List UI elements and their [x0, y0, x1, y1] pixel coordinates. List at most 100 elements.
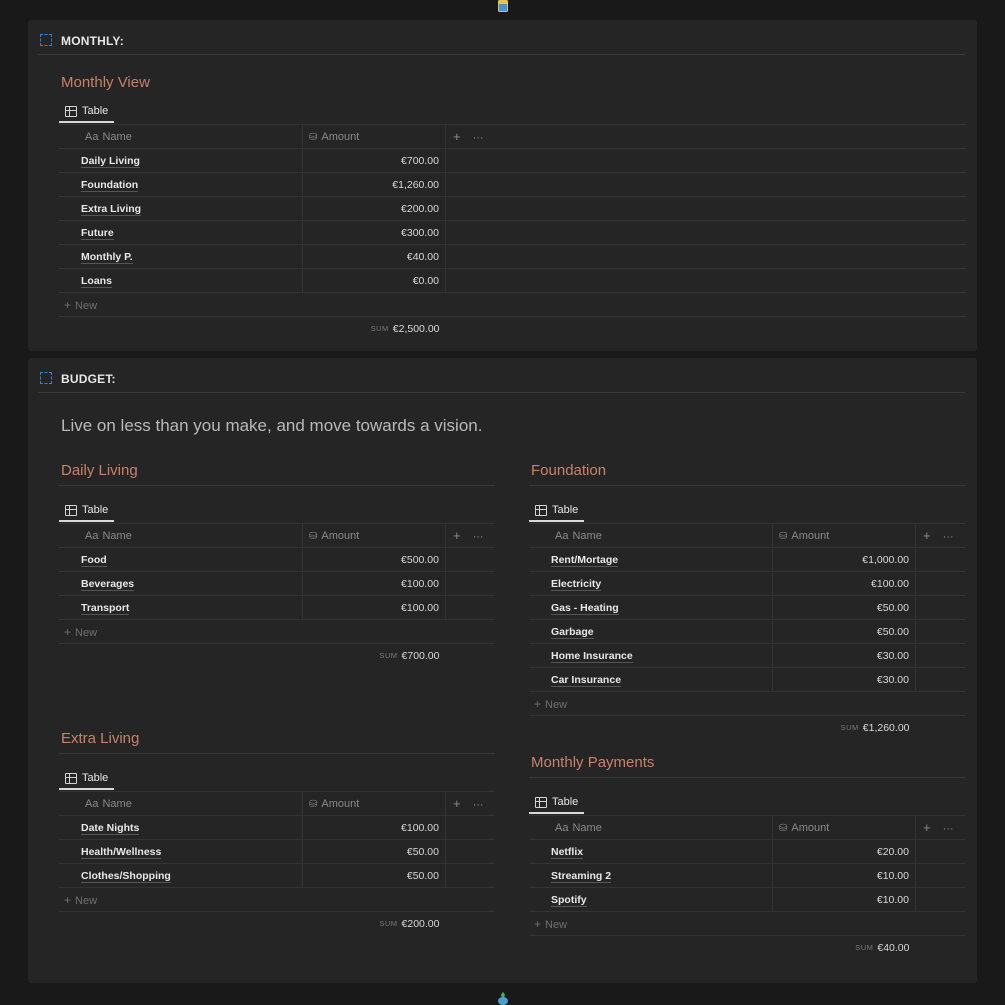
section-title[interactable]: Monthly Payments — [529, 753, 965, 777]
column-header-amount[interactable]: ⛁ Amount — [772, 524, 916, 548]
new-row-cell[interactable]: + New — [59, 887, 495, 912]
row-name[interactable]: Daily Living — [59, 148, 303, 173]
column-header-name[interactable]: Aa Name — [529, 816, 773, 840]
row-amount[interactable]: €30.00 — [772, 643, 916, 668]
tab-table[interactable]: Table — [529, 792, 585, 814]
row-name[interactable]: Monthly P. — [59, 244, 303, 269]
column-header-amount[interactable]: ⛁ Amount — [772, 816, 916, 840]
row-name[interactable]: Foundation — [59, 172, 303, 197]
row-name[interactable]: Gas - Heating — [529, 595, 773, 620]
table-row[interactable]: Monthly P. €40.00 — [59, 244, 966, 269]
add-property-icon[interactable]: + — [446, 796, 461, 811]
row-amount[interactable]: €20.00 — [772, 839, 916, 864]
more-options-icon[interactable]: ··· — [461, 132, 484, 144]
table-row[interactable]: Extra Living €200.00 — [59, 196, 966, 221]
table-row[interactable]: Date Nights €100.00 — [59, 815, 495, 840]
todo-checkbox-icon[interactable] — [40, 34, 52, 46]
new-row-button[interactable]: + New — [529, 911, 965, 936]
tab-table[interactable]: Table — [59, 101, 115, 123]
tab-table[interactable]: Table — [529, 500, 585, 522]
row-amount[interactable]: €1,260.00 — [302, 172, 446, 197]
add-property-icon[interactable]: + — [916, 820, 931, 835]
sum-cell[interactable]: SUM €1,260.00 — [773, 716, 916, 741]
add-property-icon[interactable]: + — [446, 129, 461, 144]
column-header-name[interactable]: Aa Name — [59, 792, 303, 816]
row-amount[interactable]: €300.00 — [302, 220, 446, 245]
row-amount[interactable]: €10.00 — [772, 887, 916, 912]
table-row[interactable]: Daily Living €700.00 — [59, 148, 966, 173]
add-property-icon[interactable]: + — [916, 528, 931, 543]
column-header-amount[interactable]: ⛁ Amount — [302, 125, 446, 149]
row-name[interactable]: Health/Wellness — [59, 839, 303, 864]
table-row[interactable]: Car Insurance €30.00 — [529, 667, 965, 692]
section-title[interactable]: Monthly View — [59, 73, 966, 97]
table-row[interactable]: Loans €0.00 — [59, 268, 966, 293]
new-row-button[interactable]: + New — [59, 619, 495, 644]
row-name[interactable]: Garbage — [529, 619, 773, 644]
row-name[interactable]: Electricity — [529, 571, 773, 596]
new-row-cell[interactable]: + New — [529, 911, 965, 936]
new-row-cell[interactable]: + New — [59, 292, 966, 317]
row-amount[interactable]: €0.00 — [302, 268, 446, 293]
sum-cell[interactable]: SUM €40.00 — [773, 936, 916, 961]
row-name[interactable]: Rent/Mortage — [529, 547, 773, 572]
row-name[interactable]: Beverages — [59, 571, 303, 596]
row-name[interactable]: Netflix — [529, 839, 773, 864]
table-row[interactable]: Clothes/Shopping €50.00 — [59, 863, 495, 888]
row-amount[interactable]: €100.00 — [302, 595, 446, 620]
table-row[interactable]: Beverages €100.00 — [59, 571, 495, 596]
row-name[interactable]: Transport — [59, 595, 303, 620]
row-name[interactable]: Car Insurance — [529, 667, 773, 692]
table-row[interactable]: Garbage €50.00 — [529, 619, 965, 644]
row-name[interactable]: Date Nights — [59, 815, 303, 840]
add-property-icon[interactable]: + — [446, 528, 461, 543]
table-row[interactable]: Rent/Mortage €1,000.00 — [529, 547, 965, 572]
table-row[interactable]: Streaming 2 €10.00 — [529, 863, 965, 888]
column-header-name[interactable]: Aa Name — [529, 524, 773, 548]
row-amount[interactable]: €1,000.00 — [772, 547, 916, 572]
table-row[interactable]: Transport €100.00 — [59, 595, 495, 620]
row-amount[interactable]: €40.00 — [302, 244, 446, 269]
column-header-name[interactable]: Aa Name — [59, 125, 303, 149]
row-amount[interactable]: €50.00 — [302, 863, 446, 888]
row-amount[interactable]: €700.00 — [302, 148, 446, 173]
more-options-icon[interactable]: ··· — [931, 823, 954, 835]
table-row[interactable]: Gas - Heating €50.00 — [529, 595, 965, 620]
row-name[interactable]: Food — [59, 547, 303, 572]
new-row-cell[interactable]: + New — [529, 691, 965, 716]
new-row-button[interactable]: + New — [59, 887, 495, 912]
todo-checkbox-icon[interactable] — [40, 372, 52, 384]
row-amount[interactable]: €100.00 — [772, 571, 916, 596]
column-header-name[interactable]: Aa Name — [59, 524, 303, 548]
row-name[interactable]: Future — [59, 220, 303, 245]
table-row[interactable]: Home Insurance €30.00 — [529, 643, 965, 668]
row-name[interactable]: Clothes/Shopping — [59, 863, 303, 888]
row-amount[interactable]: €500.00 — [302, 547, 446, 572]
new-row-cell[interactable]: + New — [59, 619, 495, 644]
tab-table[interactable]: Table — [59, 768, 115, 790]
table-row[interactable]: Electricity €100.00 — [529, 571, 965, 596]
table-row[interactable]: Food €500.00 — [59, 547, 495, 572]
sum-cell[interactable]: SUM €200.00 — [303, 912, 446, 937]
row-amount[interactable]: €100.00 — [302, 571, 446, 596]
row-name[interactable]: Streaming 2 — [529, 863, 773, 888]
more-options-icon[interactable]: ··· — [461, 531, 484, 543]
section-title[interactable]: Extra Living — [59, 729, 495, 753]
row-name[interactable]: Spotify — [529, 887, 773, 912]
row-amount[interactable]: €200.00 — [302, 196, 446, 221]
tab-table[interactable]: Table — [59, 500, 115, 522]
row-amount[interactable]: €10.00 — [772, 863, 916, 888]
row-amount[interactable]: €50.00 — [772, 619, 916, 644]
row-amount[interactable]: €30.00 — [772, 667, 916, 692]
new-row-button[interactable]: + New — [59, 292, 966, 317]
table-row[interactable]: Future €300.00 — [59, 220, 966, 245]
column-header-amount[interactable]: ⛁ Amount — [302, 792, 446, 816]
row-name[interactable]: Extra Living — [59, 196, 303, 221]
row-name[interactable]: Home Insurance — [529, 643, 773, 668]
section-title[interactable]: Foundation — [529, 461, 965, 485]
table-row[interactable]: Spotify €10.00 — [529, 887, 965, 912]
row-amount[interactable]: €100.00 — [302, 815, 446, 840]
table-row[interactable]: Netflix €20.00 — [529, 839, 965, 864]
table-row[interactable]: Foundation €1,260.00 — [59, 172, 966, 197]
column-header-amount[interactable]: ⛁ Amount — [302, 524, 446, 548]
